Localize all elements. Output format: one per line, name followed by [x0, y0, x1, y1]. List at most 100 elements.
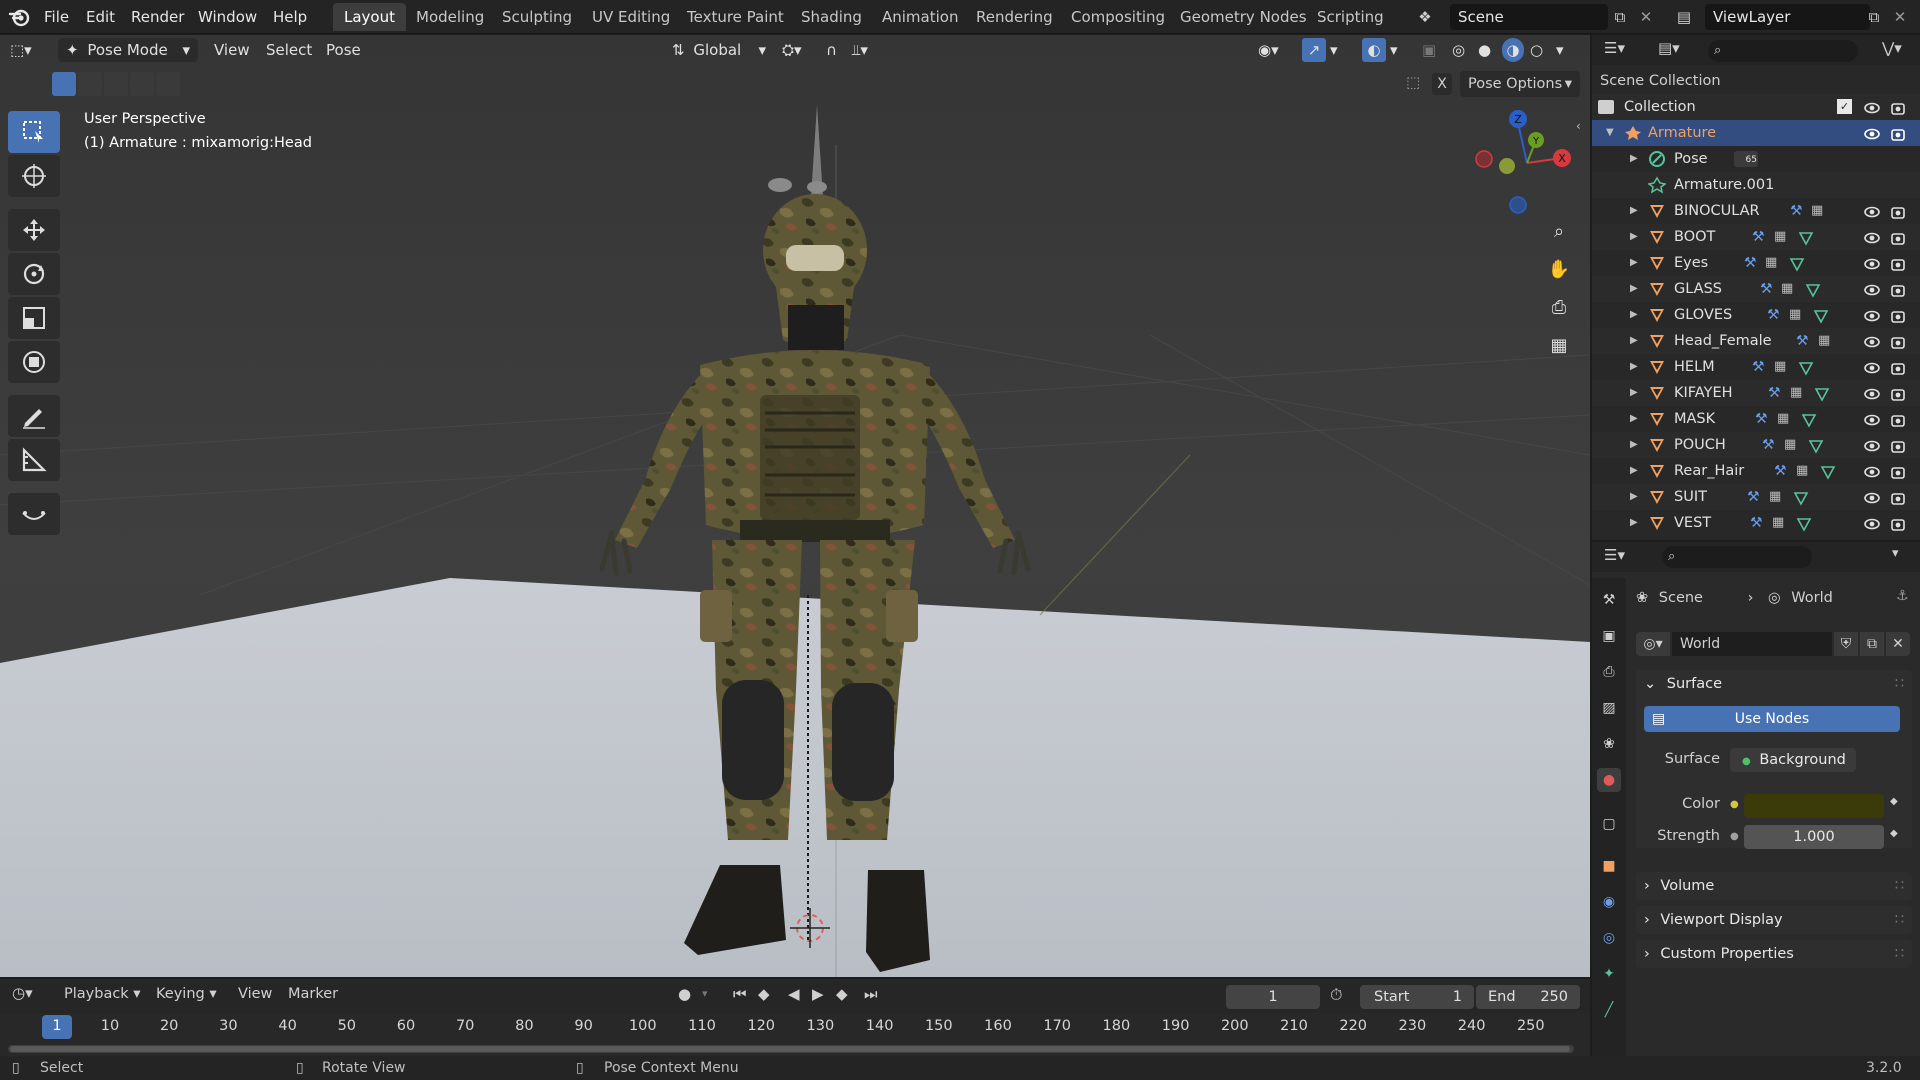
- tool-settings-tab-icon[interactable]: ⚒: [1597, 588, 1621, 612]
- outliner-object-row[interactable]: ▶ Head_Female ⚒ ▦: [1592, 328, 1920, 354]
- expand-arrow-icon[interactable]: ▼: [1606, 120, 1614, 146]
- outliner-object-row[interactable]: ▶ VEST ⚒ ▦: [1592, 510, 1920, 536]
- select-extend-icon[interactable]: [78, 72, 102, 96]
- drag-handle-icon[interactable]: ∷: [1895, 940, 1904, 968]
- select-new-icon[interactable]: [52, 72, 76, 96]
- chevron-down-icon[interactable]: ▾: [1556, 38, 1564, 62]
- world-tab-icon[interactable]: ●: [1597, 768, 1621, 792]
- select-invert-icon[interactable]: [130, 72, 154, 96]
- display-mode-icon[interactable]: ▤▾: [1658, 39, 1680, 57]
- workspace-tab-sculpting[interactable]: Sculpting: [491, 3, 583, 31]
- expand-arrow-icon[interactable]: ▶: [1630, 198, 1638, 224]
- workspace-tab-modeling[interactable]: Modeling: [405, 3, 495, 31]
- transform-tool[interactable]: [8, 341, 60, 383]
- outliner-object-row[interactable]: ▶ POUCH ⚒ ▦: [1592, 432, 1920, 458]
- move-tool[interactable]: [8, 209, 60, 251]
- camera-render-icon[interactable]: [1890, 255, 1906, 271]
- modifier-wrench-icon[interactable]: ⚒: [1796, 333, 1812, 349]
- fake-user-shield-icon[interactable]: ⛨: [1834, 632, 1858, 656]
- workspace-tab-layout[interactable]: Layout: [333, 3, 406, 31]
- select-box-tool[interactable]: [8, 111, 60, 153]
- mesh-data-icon[interactable]: [1798, 359, 1814, 376]
- start-frame-input[interactable]: Start 1: [1360, 985, 1474, 1009]
- camera-render-icon[interactable]: [1890, 359, 1906, 375]
- modifier-wrench-icon[interactable]: ⚒: [1744, 255, 1760, 271]
- eye-icon[interactable]: [1864, 463, 1880, 479]
- viewport-display-panel-header[interactable]: › Viewport Display ∷: [1636, 906, 1912, 934]
- modifier-wrench-icon[interactable]: ⚒: [1768, 385, 1784, 401]
- menu-edit[interactable]: Edit: [86, 0, 115, 34]
- chevron-down-icon[interactable]: ▾: [1330, 38, 1338, 62]
- 3d-viewport[interactable]: ⬚▾ ✦ Pose Mode ▾ View Select Pose ⇅ Glob…: [0, 35, 1590, 977]
- properties-editor-type-icon[interactable]: ☰▾: [1604, 546, 1625, 564]
- outliner-panel[interactable]: ☰▾ ▤▾ ⌕ ⋁▾ Scene Collection Collection ✓…: [1592, 35, 1920, 540]
- object-data-tab-icon[interactable]: ✦: [1597, 962, 1621, 986]
- pin-icon[interactable]: ⚓: [1896, 588, 1909, 604]
- outliner-editor-type-icon[interactable]: ☰▾: [1604, 39, 1625, 57]
- expand-arrow-icon[interactable]: ▶: [1630, 250, 1638, 276]
- world-color-swatch[interactable]: [1744, 794, 1884, 818]
- mesh-data-icon[interactable]: [1801, 411, 1817, 428]
- workspace-tab-texture-paint[interactable]: Texture Paint: [676, 3, 795, 31]
- armature-data-row[interactable]: Armature.001: [1592, 172, 1920, 198]
- scrollbar-thumb[interactable]: [10, 1046, 1570, 1052]
- camera-render-icon[interactable]: [1890, 463, 1906, 479]
- pan-hand-icon[interactable]: ✋: [1542, 253, 1576, 287]
- outliner-object-row[interactable]: ▶ GLASS ⚒ ▦: [1592, 276, 1920, 302]
- annotate-tool[interactable]: [8, 395, 60, 437]
- eye-icon[interactable]: [1864, 307, 1880, 323]
- transform-orientation-dropdown[interactable]: ⇅ Global ▾: [672, 38, 772, 62]
- modifier-wrench-icon[interactable]: ⚒: [1774, 463, 1790, 479]
- snap-icon[interactable]: ∩: [826, 38, 837, 62]
- expand-arrow-icon[interactable]: ▶: [1630, 406, 1638, 432]
- camera-view-icon[interactable]: ⎙: [1542, 291, 1576, 325]
- next-keyframe-icon[interactable]: ◆: [836, 985, 848, 1003]
- vertex-groups-icon[interactable]: ▦: [1811, 203, 1827, 219]
- view-layer-field[interactable]: ViewLayer: [1705, 4, 1870, 30]
- eye-icon[interactable]: [1864, 125, 1880, 141]
- properties-panel[interactable]: ☰▾ ⌕ ▾ ⚒ ▣ ⎙ ▨ ❀ ● ▢ ■ ◉ ◎ ✦ ╱ ❀ Scene ›…: [1592, 542, 1920, 1056]
- eye-icon[interactable]: [1864, 411, 1880, 427]
- timeline-menu-playback[interactable]: Playback ▾: [64, 986, 141, 1002]
- eye-icon[interactable]: [1864, 229, 1880, 245]
- timeline-menu-keying[interactable]: Keying ▾: [156, 986, 217, 1002]
- mesh-data-icon[interactable]: [1820, 463, 1836, 480]
- jump-start-icon[interactable]: ⏮: [733, 985, 747, 1003]
- x-mirror-toggle[interactable]: X: [1432, 73, 1452, 95]
- outliner-search-input[interactable]: ⌕: [1708, 40, 1858, 62]
- modifier-wrench-icon[interactable]: ⚒: [1752, 229, 1768, 245]
- collection-checkbox[interactable]: ✓: [1837, 99, 1852, 114]
- scale-tool[interactable]: [8, 297, 60, 339]
- volume-panel-header[interactable]: › Volume ∷: [1636, 872, 1912, 900]
- render-tab-icon[interactable]: ▣: [1597, 624, 1621, 648]
- vertex-groups-icon[interactable]: ▦: [1769, 489, 1785, 505]
- modifier-wrench-icon[interactable]: ⚒: [1760, 281, 1776, 297]
- editor-type-icon[interactable]: ⬚▾: [10, 38, 50, 62]
- outliner-object-row[interactable]: ▶ MASK ⚒ ▦: [1592, 406, 1920, 432]
- camera-render-icon[interactable]: [1890, 281, 1906, 297]
- camera-render-icon[interactable]: [1890, 333, 1906, 349]
- expand-arrow-icon[interactable]: ▶: [1630, 354, 1638, 380]
- modifier-wrench-icon[interactable]: ⚒: [1752, 359, 1768, 375]
- workspace-tab-compositing[interactable]: Compositing: [1060, 3, 1176, 31]
- view-layer-tab-icon[interactable]: ▨: [1597, 696, 1621, 720]
- eye-icon[interactable]: [1864, 203, 1880, 219]
- outliner-object-row[interactable]: ▶ SUIT ⚒ ▦: [1592, 484, 1920, 510]
- eye-icon[interactable]: [1864, 489, 1880, 505]
- gizmo-toggle-icon[interactable]: ↗: [1302, 38, 1326, 62]
- custom-properties-panel-header[interactable]: › Custom Properties ∷: [1636, 940, 1912, 968]
- drag-handle-icon[interactable]: ∷: [1895, 872, 1904, 900]
- modifier-wrench-icon[interactable]: ⚒: [1767, 307, 1783, 323]
- select-subtract-icon[interactable]: [104, 72, 128, 96]
- eye-icon[interactable]: [1864, 515, 1880, 531]
- expand-arrow-icon[interactable]: ▶: [1630, 432, 1638, 458]
- world-browse-icon[interactable]: ◎▾: [1636, 632, 1670, 656]
- camera-render-icon[interactable]: [1890, 203, 1906, 219]
- vertex-groups-icon[interactable]: ▦: [1774, 229, 1790, 245]
- xray-icon[interactable]: ▣: [1422, 38, 1436, 62]
- new-view-layer-icon[interactable]: ⧉: [1862, 5, 1886, 29]
- mesh-data-icon[interactable]: [1808, 437, 1824, 454]
- end-frame-input[interactable]: End 250: [1476, 985, 1580, 1009]
- play-icon[interactable]: ▶: [812, 985, 824, 1003]
- ortho-grid-icon[interactable]: ▦: [1542, 329, 1576, 363]
